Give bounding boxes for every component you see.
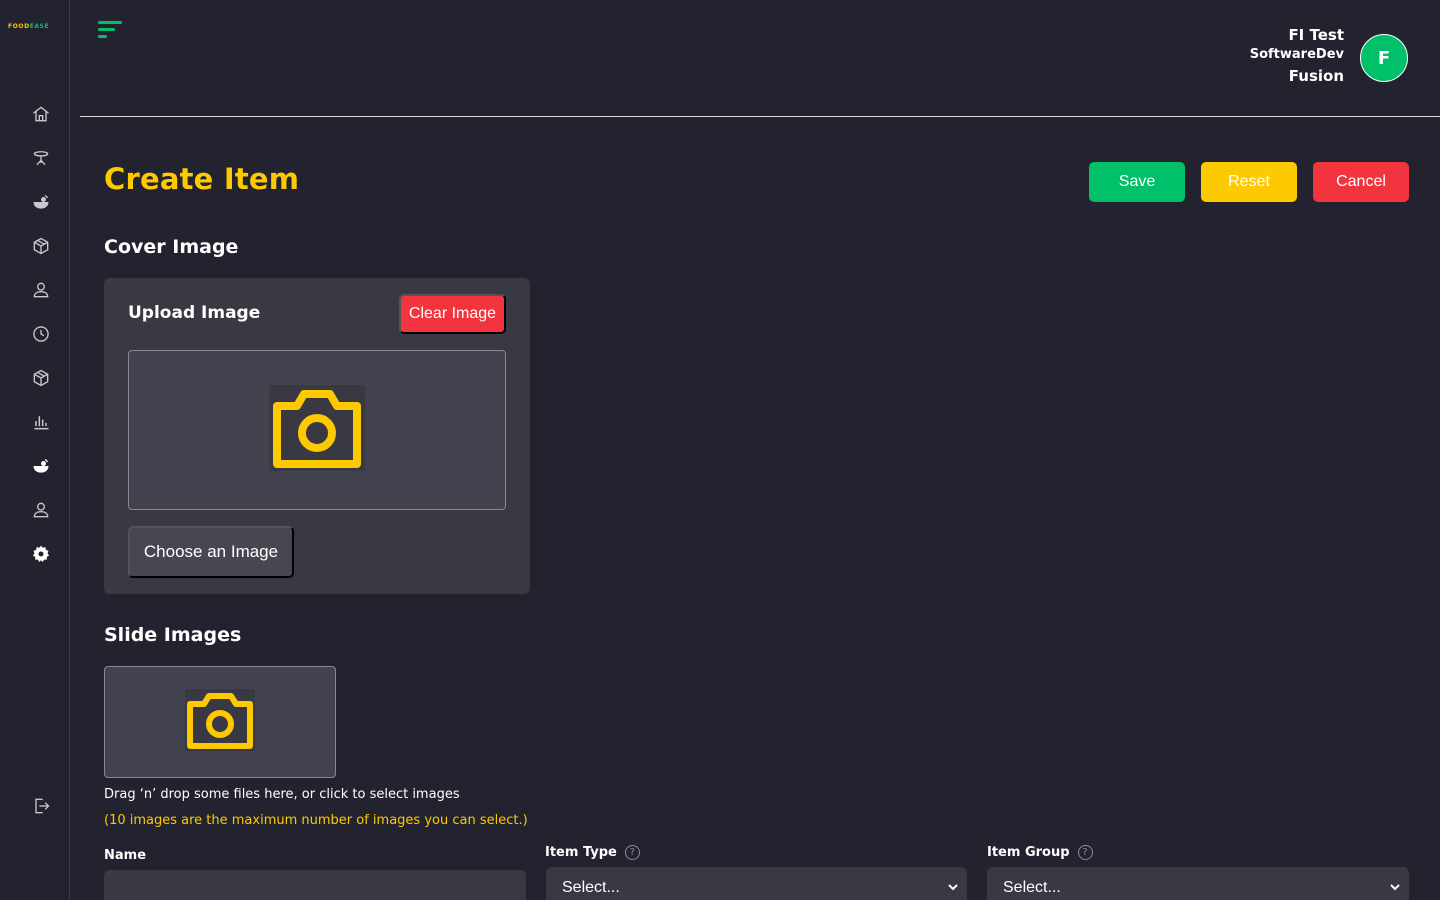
logout-icon[interactable]: [30, 795, 52, 817]
user-name: FI Test: [1288, 26, 1344, 44]
page-title: Create Item: [104, 162, 300, 196]
box-icon[interactable]: [30, 367, 52, 389]
item-type-label-text: Item Type: [545, 845, 617, 860]
slide-images-heading: Slide Images: [104, 624, 242, 646]
avatar[interactable]: F: [1360, 34, 1408, 82]
item-group-value: Select...: [1003, 879, 1061, 896]
menu-toggle-icon[interactable]: [98, 20, 124, 42]
item-group-label-text: Item Group: [987, 845, 1070, 860]
user-icon[interactable]: [30, 279, 52, 301]
help-icon[interactable]: ?: [1077, 845, 1093, 860]
box-icon[interactable]: [30, 235, 52, 257]
upload-image-label: Upload Image: [128, 303, 261, 323]
cover-image-dropzone[interactable]: [128, 350, 506, 510]
item-group-label: Item Group ?: [987, 845, 1093, 860]
name-label-text: Name: [104, 848, 147, 863]
help-icon[interactable]: ?: [624, 845, 640, 860]
camera-icon: [184, 688, 256, 756]
max-images-note: (10 images are the maximum number of ima…: [104, 813, 528, 828]
choose-image-button[interactable]: Choose an Image: [128, 526, 294, 578]
gear-icon[interactable]: [30, 543, 52, 565]
camera-icon: [268, 384, 366, 476]
name-label: Name: [104, 848, 146, 863]
item-type-label: Item Type ?: [545, 845, 640, 860]
sidebar: FOODEASE: [0, 0, 70, 900]
logo-part-ease: EASE: [29, 23, 50, 30]
table-icon[interactable]: [30, 147, 52, 169]
clear-image-button[interactable]: Clear Image: [399, 294, 506, 334]
slide-images-dropzone[interactable]: [104, 666, 336, 778]
app-logo[interactable]: FOODEASE: [8, 23, 49, 30]
item-group-select[interactable]: Select...: [987, 867, 1409, 900]
dropzone-hint: Drag ‘n’ drop some files here, or click …: [104, 787, 460, 802]
user-org: Fusion: [1288, 67, 1344, 85]
home-icon[interactable]: [30, 103, 52, 125]
item-type-select[interactable]: Select...: [546, 867, 967, 900]
cancel-button[interactable]: Cancel: [1313, 162, 1409, 202]
cover-image-heading: Cover Image: [104, 236, 239, 258]
header-divider: [80, 116, 1440, 117]
reset-button[interactable]: Reset: [1201, 162, 1297, 202]
cover-image-card: Upload Image Clear Image Choose an Image: [104, 278, 530, 594]
food-icon[interactable]: [30, 191, 52, 213]
clock-icon[interactable]: [30, 323, 52, 345]
chart-icon[interactable]: [30, 411, 52, 433]
save-button[interactable]: Save: [1089, 162, 1185, 202]
chevron-down-icon: [948, 884, 958, 891]
chevron-down-icon: [1390, 884, 1400, 891]
user-icon[interactable]: [30, 499, 52, 521]
item-type-value: Select...: [562, 879, 620, 896]
logo-part-food: FOOD: [8, 23, 30, 30]
food-icon[interactable]: [30, 455, 52, 477]
user-role: SoftwareDev: [1249, 47, 1344, 62]
name-input[interactable]: [104, 870, 526, 900]
user-info: FI Test SoftwareDev Fusion: [1250, 26, 1344, 86]
